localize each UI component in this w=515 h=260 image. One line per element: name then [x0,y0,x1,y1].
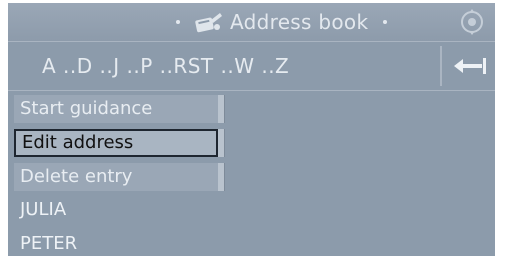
menu-scroll-edge [218,129,225,157]
title-bar: Address book [8,3,495,42]
title-dot-left [176,20,180,24]
address-book-icon [195,13,222,33]
controller-icon [461,9,483,35]
back-button[interactable] [440,46,495,86]
image-code-watermark [500,178,510,250]
alphabet-ranges[interactable]: A ..D ..J ..P ..RST ..W ..Z [42,52,289,80]
menu-scroll-edge [218,163,225,191]
menu-item-edit-address[interactable]: Edit address [14,129,218,157]
menu-item-delete-entry[interactable]: Delete entry [14,163,218,191]
menu-item-start-guidance[interactable]: Start guidance [14,95,218,123]
alphabet-selector[interactable]: A ..D ..J ..P ..RST ..W ..Z [8,42,495,91]
list-item[interactable]: PETER [20,229,77,256]
page-title: Address book [230,10,369,34]
back-arrow-icon [454,58,486,74]
navigation-screen: Address book A ..D ..J ..P ..RST ..W ..Z… [8,3,495,256]
title-dot-right [383,20,387,24]
menu-scroll-edge [218,95,225,123]
list-item[interactable]: JULIA [20,195,66,225]
